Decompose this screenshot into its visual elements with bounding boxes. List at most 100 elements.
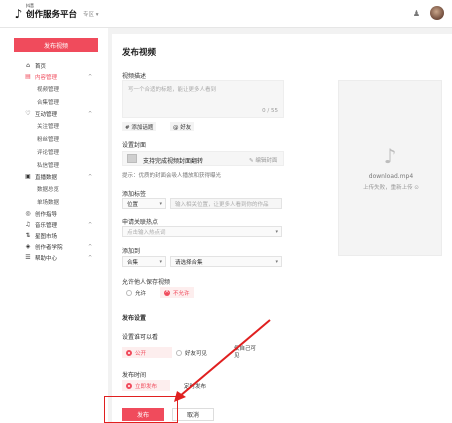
close-icon [164, 288, 171, 296]
home-icon: ⌂ [26, 62, 30, 69]
sidebar-subitem[interactable]: 粉丝管理 [0, 132, 108, 145]
publish-form: 发布视频 视频描述 写一个合适的标题，能让更多人看到 0 / 55 # 添加话题… [112, 34, 452, 423]
sidebar-nav: ⌂ 首页 ▤ 内容管理 ^ 视频管理合集管理 ♡ 互动管理 ^ 关注管理粉丝管理评论管理私信管理 ▣… [0, 60, 108, 263]
visibility-friends-radio[interactable]: 好友可见 [172, 347, 230, 358]
add-to-label: 添加到 [122, 248, 141, 255]
upload-status[interactable]: 上传失败，重新上传 ⊙ [339, 183, 443, 191]
visibility-radio-group: 公开 好友可见 仅自己可见 [122, 346, 260, 359]
sidebar-subitem[interactable]: 私信管理 [0, 158, 108, 171]
sidebar-subitem[interactable]: 关注管理 [0, 119, 108, 132]
sidebar-subitem[interactable]: 评论管理 [0, 145, 108, 158]
publish-now-radio[interactable]: 立即发布 [122, 380, 170, 391]
allow-save-label: 允许他人保存视频 [122, 279, 171, 286]
visibility-self-radio[interactable]: 仅自己可见 [230, 346, 260, 359]
video-preview[interactable]: ♪ download.mp4 上传失败，重新上传 ⊙ [338, 80, 442, 256]
chevron-down-icon: ▾ [275, 258, 278, 265]
sidebar-item[interactable]: ◎ 创作指导 [0, 208, 108, 219]
cancel-button[interactable]: 取消 [172, 408, 214, 421]
chevron-up-icon: ^ [88, 110, 93, 117]
cover-text: 支持完成视频封面翻转 [143, 158, 204, 165]
publish-settings-heading: 发布设置 [122, 315, 147, 322]
allow-save-yes-radio[interactable]: 允许 [122, 287, 150, 298]
sidebar-item-label: 直播数据 [35, 174, 58, 181]
sidebar-subitem[interactable]: 单场数据 [0, 195, 108, 208]
sidebar-item[interactable]: ♫ 音乐管理 ^ [0, 219, 108, 230]
sidebar-item[interactable]: ◈ 创作者学院 ^ [0, 241, 108, 252]
sidebar-item-label: 帮助中心 [35, 255, 58, 262]
sidebar-subitem-label: 单场数据 [37, 199, 60, 206]
sidebar-item-label: 创作指导 [35, 211, 58, 218]
chevron-up-icon: ^ [88, 243, 93, 250]
chevron-up-icon: ^ [88, 221, 93, 228]
visibility-label: 设置谁可以看 [122, 334, 159, 341]
sidebar-subitem-label: 视频管理 [37, 86, 60, 93]
video-filename: download.mp4 [368, 173, 414, 180]
tag-type-select[interactable]: 位置 ▾ [122, 198, 166, 209]
allow-save-no-radio[interactable]: 不允许 [160, 287, 194, 298]
publish-video-button[interactable]: 发布视频 [14, 38, 98, 52]
desc-placeholder: 写一个合适的标题，能让更多人看到 [128, 87, 217, 93]
edit-cover-button[interactable]: ✎ 编辑封面 [249, 156, 277, 164]
desc-label: 视频描述 [122, 73, 147, 80]
collection-select[interactable]: 请选择合集 ▾ [170, 256, 282, 267]
chevron-up-icon: ^ [88, 73, 93, 80]
desc-char-count: 0 / 55 [262, 108, 278, 114]
interact-icon: ♡ [25, 110, 31, 117]
sidebar-item[interactable]: ▣ 直播数据 ^ [0, 171, 108, 182]
cover-label: 设置封面 [122, 142, 147, 149]
data-icon: ▣ [25, 173, 31, 180]
tag-label: 添加标签 [122, 191, 147, 198]
page-title: 发布视频 [122, 48, 157, 58]
publish-scheduled-radio[interactable]: 定时发布 [180, 380, 210, 391]
sidebar-item-label: 互动管理 [35, 111, 58, 118]
add-to-type-select[interactable]: 合集 ▾ [122, 256, 166, 267]
sidebar: 发布视频 ⌂ 首页 ▤ 内容管理 ^ 视频管理合集管理 ♡ 互动管理 ^ 关注管理粉丝管理评论管理… [0, 28, 108, 423]
cover-setting[interactable]: 支持完成视频封面翻转 ✎ 编辑封面 [122, 151, 284, 166]
annotation-highlight-box [104, 396, 178, 423]
allow-save-radio-group: 允许 不允许 [122, 287, 194, 298]
platform-logo[interactable]: ♪ 抖音 创作服务平台 [13, 3, 78, 21]
sidebar-item[interactable]: ⌂ 首页 [0, 60, 108, 71]
sidebar-item[interactable]: ⇅ 星图市场 [0, 230, 108, 241]
hotspot-select[interactable]: 点击输入热点词 ▾ [122, 226, 282, 237]
chevron-down-icon: ▾ [275, 228, 278, 235]
tiktok-logo-icon: ♪ [383, 144, 397, 168]
sidebar-item[interactable]: ♡ 互动管理 ^ [0, 108, 108, 119]
mention-friend-button[interactable]: @ 好友 [170, 122, 195, 131]
avatar[interactable] [430, 6, 444, 20]
description-input[interactable]: 写一个合适的标题，能让更多人看到 0 / 55 [122, 80, 284, 118]
logo-title: 创作服务平台 [26, 9, 78, 20]
chevron-down-icon: ▾ [159, 258, 162, 265]
chevron-down-icon: ▾ [159, 200, 162, 207]
top-bar: ♪ 抖音 创作服务平台 专区 ▾ ♟ [0, 0, 452, 28]
tiktok-note-icon: ♪ [14, 6, 23, 21]
market-icon: ⇅ [25, 232, 31, 239]
content-icon: ▤ [25, 73, 31, 80]
chevron-up-icon: ^ [88, 254, 93, 261]
zone-selector[interactable]: 专区 ▾ [83, 10, 99, 18]
sidebar-item-label: 首页 [35, 63, 47, 70]
add-hashtag-button[interactable]: # 添加话题 [122, 122, 157, 131]
location-input[interactable]: 输入相关位置，让更多人看到你的作品 [170, 198, 282, 209]
cover-hint: 提示：优质的封面会吸人播放和获得曝光 [122, 173, 222, 179]
sidebar-subitem-label: 私信管理 [37, 162, 60, 169]
chevron-up-icon: ^ [88, 173, 93, 180]
sidebar-subitem-label: 关注管理 [37, 123, 60, 130]
sidebar-subitem[interactable]: 视频管理 [0, 82, 108, 95]
academy-icon: ◈ [25, 243, 31, 250]
sidebar-item[interactable]: ▤ 内容管理 ^ [0, 71, 108, 82]
hotspot-label: 申请关联热点 [122, 219, 159, 226]
visibility-public-radio[interactable]: 公开 [122, 347, 172, 358]
bell-icon[interactable]: ♟ [413, 9, 420, 18]
sidebar-subitem-label: 合集管理 [37, 99, 60, 106]
help-icon: ☰ [25, 254, 31, 261]
publish-time-label: 发布时间 [122, 372, 147, 379]
music-icon: ♫ [25, 221, 31, 228]
sidebar-item-label: 星图市场 [35, 233, 58, 240]
publish-time-radio-group: 立即发布 定时发布 [122, 380, 210, 391]
sidebar-item-label: 创作者学院 [35, 244, 63, 251]
sidebar-item[interactable]: ☰ 帮助中心 ^ [0, 252, 108, 263]
sidebar-subitem[interactable]: 数据总览 [0, 182, 108, 195]
sidebar-subitem[interactable]: 合集管理 [0, 95, 108, 108]
sidebar-subitem-label: 评论管理 [37, 149, 60, 156]
